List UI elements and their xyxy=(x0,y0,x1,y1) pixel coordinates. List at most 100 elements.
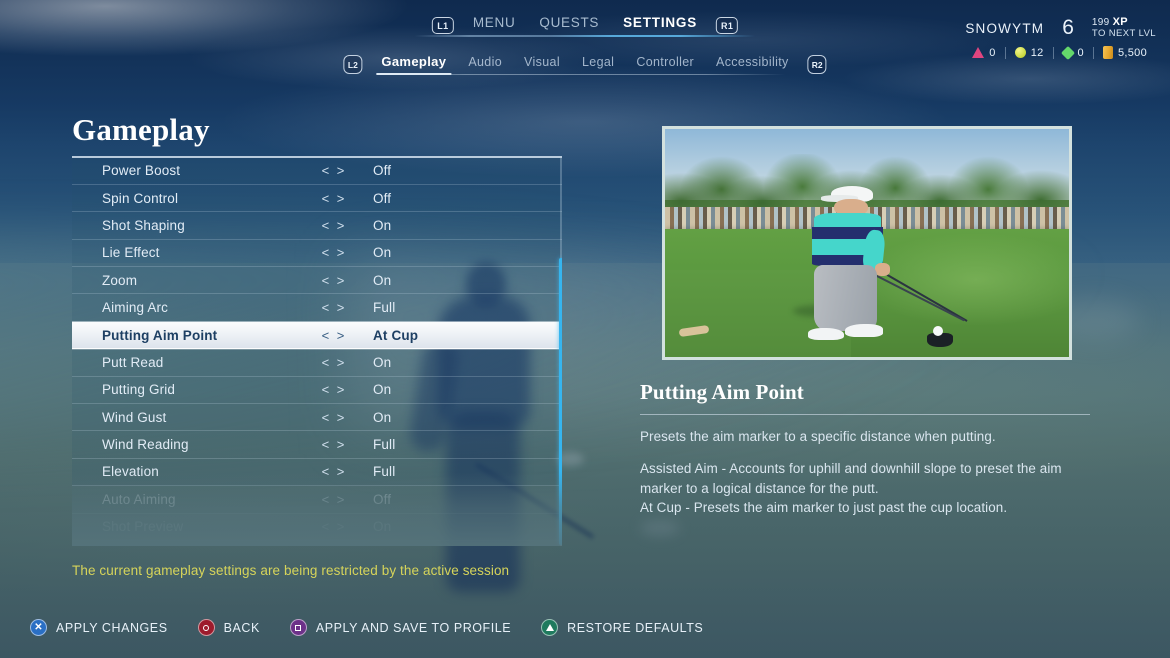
currency-row: 0 12 0 5,500 xyxy=(963,45,1156,60)
player-stats: SNOWYTM 6 199 XP TO NEXT LVL 0 12 0 5,50… xyxy=(963,16,1156,60)
action-apply-changes[interactable]: ✕ APPLY CHANGES xyxy=(30,619,168,636)
setting-value: Off xyxy=(373,491,392,507)
l2-trigger-icon[interactable]: L2 xyxy=(343,55,363,74)
nav-item-menu[interactable]: MENU xyxy=(468,14,521,37)
setting-stepper-arrows-icon[interactable]: < > xyxy=(317,382,351,397)
tab-visual[interactable]: Visual xyxy=(521,54,563,76)
setting-row[interactable]: Elevation < > Full xyxy=(72,458,562,487)
coin-currency-icon xyxy=(1102,46,1113,59)
tab-accessibility[interactable]: Accessibility xyxy=(713,54,792,76)
setting-stepper-arrows-icon[interactable]: < > xyxy=(317,519,351,534)
player-name: SNOWYTM xyxy=(965,20,1045,36)
setting-row[interactable]: Zoom < > On xyxy=(72,267,562,295)
detail-paragraph: Presets the aim marker to a specific dis… xyxy=(640,429,996,444)
setting-row[interactable]: Lie Effect < > On xyxy=(72,239,562,268)
setting-stepper-arrows-icon[interactable]: < > xyxy=(317,191,351,206)
cross-button-icon: ✕ xyxy=(30,619,47,636)
setting-stepper-arrows-icon[interactable]: < > xyxy=(317,492,351,507)
setting-label: Shot Preview xyxy=(102,519,184,535)
settings-tabs: L2 Gameplay Audio Visual Legal Controlle… xyxy=(343,53,827,76)
xp-value: 199 xyxy=(1091,17,1110,29)
currency-value: 0 xyxy=(1077,46,1084,59)
action-back[interactable]: BACK xyxy=(197,619,260,636)
currency-value: 5,500 xyxy=(1117,46,1147,59)
currency-gem[interactable]: 0 xyxy=(1054,45,1093,60)
setting-row[interactable]: Shot Preview < > On xyxy=(72,514,562,541)
setting-value: On xyxy=(373,217,392,233)
ball-currency-icon xyxy=(1014,47,1026,58)
player-level: 6 xyxy=(1062,16,1074,39)
tab-legal[interactable]: Legal xyxy=(579,54,617,76)
setting-row[interactable]: Auto Aiming < > Off xyxy=(72,486,562,514)
setting-row[interactable]: Power Boost < > Off xyxy=(72,157,562,185)
xp-unit: XP xyxy=(1112,16,1128,29)
setting-stepper-arrows-icon[interactable]: < > xyxy=(317,355,351,370)
currency-value: 0 xyxy=(989,46,996,59)
action-label: APPLY CHANGES xyxy=(56,620,168,635)
gem-currency-icon xyxy=(1060,45,1075,60)
setting-label: Wind Gust xyxy=(102,409,167,425)
tab-gameplay[interactable]: Gameplay xyxy=(376,53,452,76)
tab-controller[interactable]: Controller xyxy=(633,54,697,76)
detail-paragraph: Assisted Aim - Accounts for uphill and d… xyxy=(640,461,1062,496)
setting-stepper-arrows-icon[interactable]: < > xyxy=(317,410,351,425)
r2-trigger-icon[interactable]: R2 xyxy=(807,55,827,74)
setting-value: On xyxy=(373,409,392,425)
nav-item-settings[interactable]: SETTINGS xyxy=(618,14,702,37)
setting-row[interactable]: Putt Read < > On xyxy=(72,349,562,377)
r1-bumper-icon[interactable]: R1 xyxy=(716,17,739,34)
action-label: APPLY AND SAVE TO PROFILE xyxy=(315,620,512,635)
setting-label: Putt Read xyxy=(102,354,164,370)
currency-triangle[interactable]: 0 xyxy=(963,47,1004,59)
setting-row[interactable]: Wind Reading < > Full xyxy=(72,431,562,459)
circle-button-icon xyxy=(197,619,215,636)
setting-row[interactable]: Aiming Arc < > Full xyxy=(72,294,562,322)
currency-ball[interactable]: 12 xyxy=(1006,47,1053,59)
setting-value: On xyxy=(373,382,392,398)
setting-label: Zoom xyxy=(102,272,138,288)
setting-stepper-arrows-icon[interactable]: < > xyxy=(317,163,351,178)
square-button-icon xyxy=(289,619,307,636)
detail-divider xyxy=(640,414,1090,415)
setting-label: Shot Shaping xyxy=(102,217,185,233)
action-label: RESTORE DEFAULTS xyxy=(567,620,704,635)
setting-value: Off xyxy=(373,163,392,179)
setting-stepper-arrows-icon[interactable]: < > xyxy=(317,245,351,260)
page-title: Gameplay xyxy=(72,112,210,147)
setting-value: On xyxy=(373,245,392,261)
preview-golfer xyxy=(806,186,968,343)
setting-label: Auto Aiming xyxy=(102,491,176,507)
setting-row[interactable]: Putting Grid < > On xyxy=(72,376,562,405)
setting-value: Full xyxy=(373,464,396,480)
setting-row[interactable]: Wind Gust < > On xyxy=(72,404,562,432)
action-restore-defaults[interactable]: RESTORE DEFAULTS xyxy=(541,619,703,636)
setting-row[interactable]: Putting Aim Point < > At Cup xyxy=(72,321,562,350)
setting-stepper-arrows-icon[interactable]: < > xyxy=(317,464,351,479)
scrollbar-thumb[interactable] xyxy=(559,258,562,546)
setting-value: Full xyxy=(373,300,396,316)
action-bar: ✕ APPLY CHANGES BACK APPLY AND SAVE TO P… xyxy=(30,619,703,636)
scrollbar-track[interactable] xyxy=(559,157,562,546)
l1-bumper-icon[interactable]: L1 xyxy=(431,17,454,34)
setting-value: Off xyxy=(373,190,392,206)
nav-item-quests[interactable]: QUESTS xyxy=(534,14,604,37)
setting-stepper-arrows-icon[interactable]: < > xyxy=(317,218,351,233)
triangle-button-icon xyxy=(541,619,559,636)
currency-value: 12 xyxy=(1030,46,1044,59)
setting-value: Full xyxy=(373,437,396,453)
setting-label: Power Boost xyxy=(102,163,181,179)
primary-nav-underline xyxy=(415,35,755,37)
game-settings-screen: L1 MENU QUESTS SETTINGS R1 SNOWYTM 6 199… xyxy=(0,0,1170,658)
setting-stepper-arrows-icon[interactable]: < > xyxy=(317,328,351,343)
currency-coin[interactable]: 5,500 xyxy=(1094,46,1156,59)
setting-row[interactable]: Spin Control < > Off xyxy=(72,184,562,213)
tab-audio[interactable]: Audio xyxy=(465,54,505,76)
xp-block: 199 XP TO NEXT LVL xyxy=(1091,16,1156,39)
setting-stepper-arrows-icon[interactable]: < > xyxy=(317,300,351,315)
setting-value: On xyxy=(373,519,392,535)
action-apply-and-save[interactable]: APPLY AND SAVE TO PROFILE xyxy=(289,619,512,636)
setting-stepper-arrows-icon[interactable]: < > xyxy=(317,437,351,452)
setting-stepper-arrows-icon[interactable]: < > xyxy=(317,273,351,288)
setting-row[interactable]: Shot Shaping < > On xyxy=(72,212,562,240)
setting-value: On xyxy=(373,272,392,288)
